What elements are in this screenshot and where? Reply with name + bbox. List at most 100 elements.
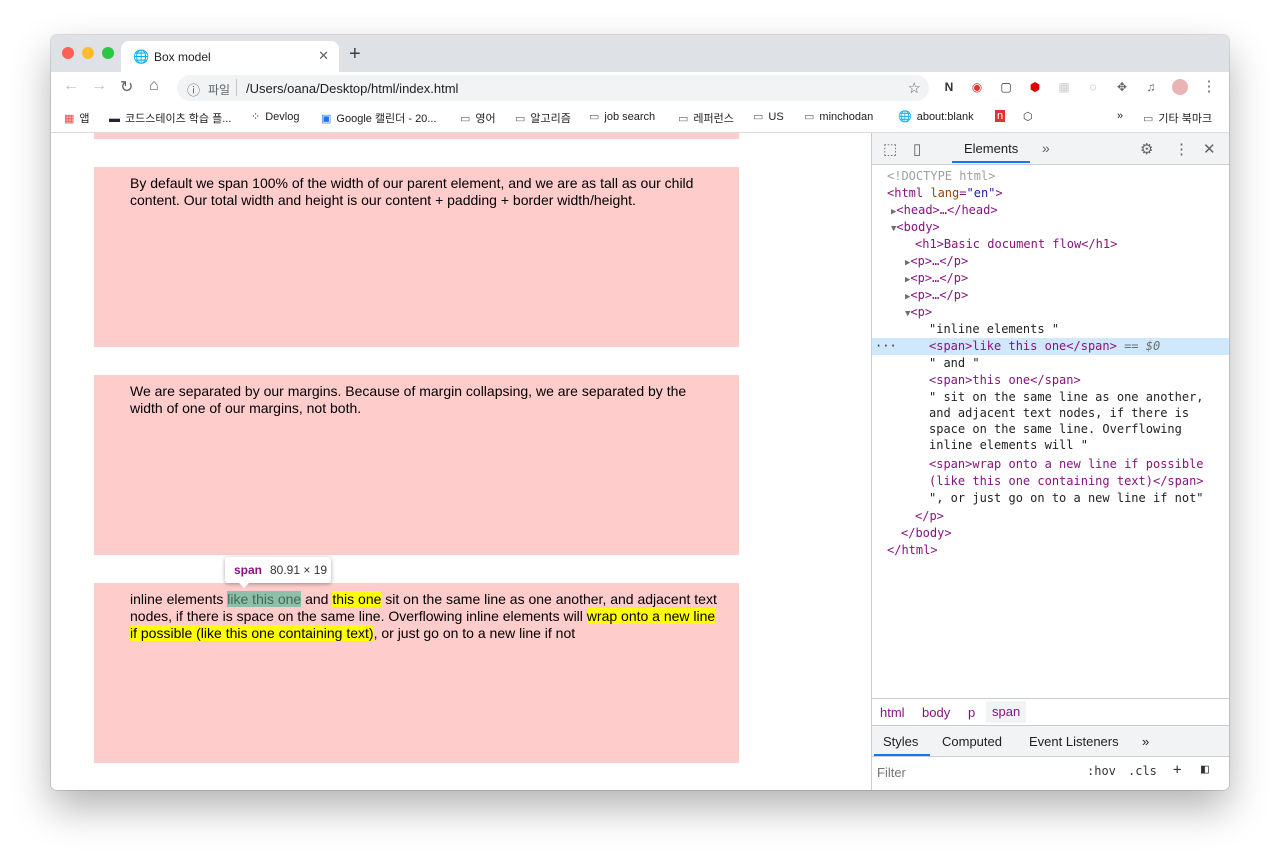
url-text[interactable]: /Users/oana/Desktop/html/index.html	[246, 81, 458, 96]
box-paragraph: By default we span 100% of the width of …	[130, 175, 694, 208]
dom-text-node-cont: space on the same line. Overflowing	[929, 422, 1182, 436]
gear-icon[interactable]: ⚙	[1140, 140, 1153, 158]
home-icon[interactable]: ⌂	[149, 77, 159, 95]
inspected-span[interactable]: like this one	[227, 591, 302, 607]
dom-span[interactable]: <span>this one</span>	[872, 372, 1229, 389]
menu-kebab-icon[interactable]: ⋮	[1201, 79, 1217, 95]
breadcrumb-p[interactable]: p	[968, 705, 975, 720]
highlighted-span: this one	[332, 591, 382, 607]
extension-grid-icon[interactable]: ▦	[1056, 79, 1072, 95]
tab-title: Box model	[154, 50, 211, 64]
inspect-tooltip: span 80.91 × 19	[225, 557, 331, 588]
folder-icon: ▭	[678, 113, 689, 125]
bookmark-apps[interactable]: ▦ 앱	[64, 110, 90, 126]
bookmark-folder-algorithm[interactable]: ▭ 알고리즘	[515, 110, 571, 126]
inspect-element-icon[interactable]: ⬚	[883, 140, 897, 158]
folder-icon: ▭	[753, 111, 764, 123]
folder-icon: ▭	[1143, 113, 1154, 125]
dom-p-collapsed[interactable]: ▶<p>…</p>	[872, 253, 1229, 270]
dom-selected-span[interactable]: ··· <span>like this one</span> == $0	[872, 338, 1229, 355]
dom-text-node[interactable]: " sit on the same line as one another,	[872, 389, 1229, 405]
folder-icon: ▭	[515, 113, 526, 125]
dom-p-collapsed[interactable]: ▶<p>…</p>	[872, 270, 1229, 287]
bookmark-about-blank[interactable]: 🌐 about:blank	[898, 110, 974, 123]
dom-text-node[interactable]: "inline elements "	[872, 321, 1229, 338]
bookmark-star-icon[interactable]: ☆	[908, 79, 921, 97]
back-icon[interactable]: ←	[63, 77, 79, 95]
hov-button[interactable]: :hov	[1087, 764, 1116, 778]
bookmark-folder-english[interactable]: ▭ 영어	[460, 110, 496, 126]
box-paragraph: inline elements like this one and this o…	[130, 591, 717, 641]
profile-avatar[interactable]	[1172, 79, 1188, 95]
content-box-2: By default we span 100% of the width of …	[94, 167, 739, 347]
bookmark-folder-minchodan[interactable]: ▭ minchodan	[804, 110, 873, 123]
tab-styles[interactable]: Styles	[883, 734, 918, 749]
styles-filter-input[interactable]	[875, 760, 1079, 784]
bookmark-google-calendar[interactable]: ▣ Google 캘린더 - 20...	[321, 110, 436, 126]
bookmark-other[interactable]: ▭ 기타 북마크	[1143, 110, 1212, 126]
dom-text-node[interactable]: ", or just go on to a new line if not"	[872, 490, 1229, 507]
dom-span[interactable]: <span>wrap onto a new line if possible	[872, 456, 1229, 472]
dom-p-open[interactable]: ▼<p>	[872, 304, 1229, 321]
close-window-button[interactable]	[62, 47, 74, 59]
devtools-panel: ⬚ ▯ Elements » ⚙ ⋮ ✕ <!DOCTYPE html> <ht…	[871, 133, 1229, 790]
new-tab-button[interactable]: +	[349, 43, 361, 66]
extension-n-icon[interactable]: N	[941, 79, 957, 95]
breadcrumb-span[interactable]: span	[986, 701, 1027, 723]
bookmark-folder-reference[interactable]: ▭ 레퍼런스	[678, 110, 734, 126]
dom-h1[interactable]: <h1>Basic document flow</h1>	[872, 236, 1229, 253]
dom-body[interactable]: ▼<body>	[872, 219, 1229, 236]
extension-red-icon[interactable]: ◉	[969, 79, 985, 95]
bookmark-n-app[interactable]: n	[995, 110, 1010, 122]
dom-html-close[interactable]: </html>	[872, 542, 1229, 559]
tab-event-listeners[interactable]: Event Listeners	[1029, 734, 1119, 749]
content-box-1	[94, 133, 739, 139]
cls-button[interactable]: .cls	[1128, 764, 1157, 778]
browser-window: 🌐 Box model ✕ + ← → ↻ ⌂ ⓘ 파일 /Users/oana…	[51, 35, 1229, 790]
reload-icon[interactable]: ↻	[120, 77, 133, 97]
bookmark-devlog[interactable]: ⁘ Devlog	[251, 110, 299, 123]
extension-adblock-icon[interactable]: ⬢	[1027, 79, 1043, 95]
bookmark-folder-us[interactable]: ▭ US	[753, 110, 784, 123]
folder-icon: ▭	[589, 111, 600, 123]
dom-text-node-cont: and adjacent text nodes, if there is	[929, 406, 1190, 420]
bookmark-codestates[interactable]: ▬ 코드스테이츠 학습 플...	[109, 110, 231, 126]
devtools-menu-icon[interactable]: ⋮	[1174, 140, 1189, 158]
browser-tab[interactable]: 🌐 Box model ✕	[121, 41, 339, 72]
bookmark-folder-job-search[interactable]: ▭ job search	[589, 110, 655, 123]
info-icon[interactable]: ⓘ	[187, 80, 200, 99]
tab-elements[interactable]: Elements	[964, 141, 1018, 156]
address-bar[interactable]: ⓘ 파일 /Users/oana/Desktop/html/index.html…	[177, 75, 929, 101]
more-subtabs-button[interactable]: »	[1142, 734, 1149, 749]
add-rule-icon[interactable]: +	[1173, 762, 1181, 778]
extensions-puzzle-icon[interactable]: ✥	[1114, 79, 1130, 95]
tab-computed[interactable]: Computed	[942, 734, 1002, 749]
breadcrumb-html[interactable]: html	[880, 705, 905, 720]
bookmark-cube[interactable]: ⬡	[1023, 110, 1038, 123]
browser-toolbar: ← → ↻ ⌂ ⓘ 파일 /Users/oana/Desktop/html/in…	[51, 72, 1229, 104]
dom-html[interactable]: <html lang="en">	[872, 185, 1229, 202]
dom-text-node[interactable]: " and "	[872, 355, 1229, 372]
dom-head[interactable]: ▶<head>…</head>	[872, 202, 1229, 219]
bookmarks-overflow-button[interactable]: »	[1117, 110, 1123, 122]
media-control-icon[interactable]: ♫	[1143, 79, 1159, 95]
dom-text-node-cont: inline elements will "	[929, 438, 1088, 452]
device-toolbar-icon[interactable]: ▯	[913, 140, 921, 158]
dom-p-collapsed[interactable]: ▶<p>…</p>	[872, 287, 1229, 304]
node-actions-icon[interactable]: ···	[875, 338, 897, 355]
maximize-window-button[interactable]	[102, 47, 114, 59]
breadcrumb-body[interactable]: body	[922, 705, 950, 720]
dom-doctype[interactable]: <!DOCTYPE html>	[872, 168, 1229, 185]
more-panels-button[interactable]: »	[1042, 140, 1050, 156]
forward-icon[interactable]: →	[91, 77, 107, 95]
dom-p-close[interactable]: </p>	[872, 508, 1229, 525]
minimize-window-button[interactable]	[82, 47, 94, 59]
extension-square-icon[interactable]: ▢	[998, 79, 1014, 95]
toggle-sidebar-icon[interactable]: ◧	[1201, 762, 1209, 777]
tab-strip: 🌐 Box model ✕ +	[51, 35, 1229, 72]
styles-tabs: Styles Computed Event Listeners »	[872, 725, 1229, 757]
close-tab-icon[interactable]: ✕	[318, 48, 329, 64]
extension-circle-icon[interactable]: ◌	[1085, 79, 1101, 95]
dom-body-close[interactable]: </body>	[872, 525, 1229, 542]
close-devtools-icon[interactable]: ✕	[1203, 140, 1216, 158]
